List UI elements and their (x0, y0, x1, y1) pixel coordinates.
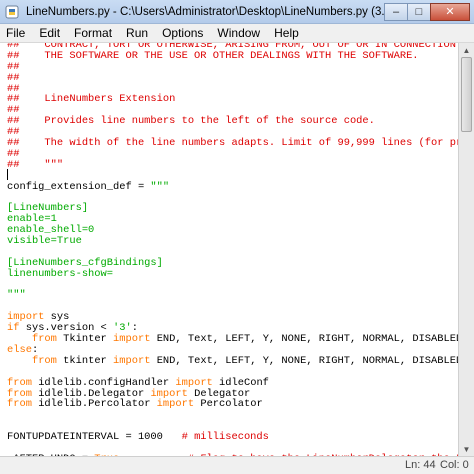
code-token: visible=True (7, 235, 82, 248)
code-line[interactable]: ## (7, 148, 458, 160)
code-token: import (113, 354, 151, 367)
code-token: ## The width of the line numbers adapts.… (7, 137, 458, 150)
code-token: linenumbers-show= (7, 267, 114, 280)
text-caret (7, 169, 8, 180)
code-token: Percolator (194, 398, 263, 411)
code-token: ## """ (7, 158, 64, 171)
code-token: END, Text, LEFT, Y, NONE, RIGHT, NORMAL,… (156, 354, 458, 367)
code-line[interactable]: visible=True (7, 236, 458, 247)
code-token: import (156, 398, 195, 411)
code-token: END, Text, LEFT, Y, NONE, RIGHT, NORMAL,… (156, 333, 458, 346)
python-idle-icon (4, 4, 20, 20)
menu-run[interactable]: Run (119, 24, 155, 43)
menu-options[interactable]: Options (155, 24, 210, 43)
code-line[interactable]: ## THE SOFTWARE OR THE USE OR OTHER DEAL… (7, 49, 458, 62)
code-editor[interactable]: ## CONTRACT, TORT OR OTHERWISE, ARISING … (0, 43, 458, 456)
menu-help[interactable]: Help (267, 24, 306, 43)
vertical-scrollbar[interactable]: ▲ ▼ (458, 43, 474, 456)
code-line[interactable]: FONTUPDATEINTERVAL = 1000 # milliseconds (7, 432, 458, 443)
code-line[interactable]: from tkinter import END, Text, LEFT, Y, … (7, 354, 458, 367)
menu-file[interactable]: File (0, 24, 32, 43)
code-line[interactable]: from idlelib.Percolator import Percolato… (7, 399, 458, 410)
status-line: Ln: 44 (405, 459, 436, 471)
code-line[interactable]: ## LineNumbers Extension (7, 94, 458, 105)
code-token: ## LineNumbers Extension (7, 93, 176, 106)
code-line[interactable]: ## The width of the line numbers adapts.… (7, 138, 458, 149)
code-line[interactable]: linenumbers-show= (7, 267, 458, 280)
menu-bar: File Edit Format Run Options Window Help (0, 24, 474, 43)
code-line[interactable]: """ (7, 290, 458, 301)
code-token: ## THE SOFTWARE OR THE USE OR OTHER DEAL… (7, 49, 419, 62)
code-line[interactable] (7, 280, 458, 291)
arrow-up-icon[interactable]: ▲ (459, 43, 474, 57)
menu-format[interactable]: Format (67, 24, 119, 43)
code-line[interactable]: [LineNumbers] (7, 203, 458, 214)
code-token: Tkinter (56, 333, 114, 346)
code-token: from (31, 354, 57, 367)
code-token: tkinter (56, 354, 114, 367)
menu-window[interactable]: Window (210, 24, 267, 43)
code-line[interactable] (7, 301, 458, 312)
code-token: ## Provides line numbers to the left of … (7, 115, 375, 128)
code-line[interactable]: config_extension_def = """ (7, 180, 458, 193)
maximize-button[interactable]: □ (407, 2, 431, 21)
code-line[interactable]: ## Provides line numbers to the left of … (7, 116, 458, 127)
code-token: """ (7, 289, 26, 302)
code-line[interactable] (7, 410, 458, 421)
code-token: FONTUPDATEINTERVAL = 1000 (7, 431, 182, 444)
code-token: # milliseconds (181, 431, 269, 444)
code-line[interactable]: from Tkinter import END, Text, LEFT, Y, … (7, 334, 458, 345)
arrow-down-icon[interactable]: ▼ (459, 442, 474, 456)
close-button[interactable]: ✕ (430, 2, 470, 21)
code-token: config_extension_def = (7, 180, 151, 193)
code-line[interactable]: ## (7, 61, 458, 73)
scrollbar-thumb[interactable] (461, 57, 472, 132)
code-token: import (113, 333, 151, 346)
minimize-button[interactable]: – (384, 2, 408, 21)
code-token: from (7, 398, 32, 411)
window-controls: – □ ✕ (384, 2, 470, 21)
code-token: idlelib.Percolator (31, 398, 157, 411)
status-bar: Ln: 44 Col: 0 (0, 456, 474, 474)
code-line[interactable]: ## (7, 72, 458, 84)
menu-edit[interactable]: Edit (32, 24, 67, 43)
code-text[interactable]: ## CONTRACT, TORT OR OTHERWISE, ARISING … (7, 43, 458, 456)
window-title: LineNumbers.py - C:\Users\Administrator\… (26, 5, 385, 18)
code-line[interactable]: ## """ (7, 158, 458, 171)
code-token: """ (150, 180, 170, 193)
status-column: Col: 0 (440, 459, 469, 471)
title-bar[interactable]: LineNumbers.py - C:\Users\Administrator\… (0, 0, 474, 24)
